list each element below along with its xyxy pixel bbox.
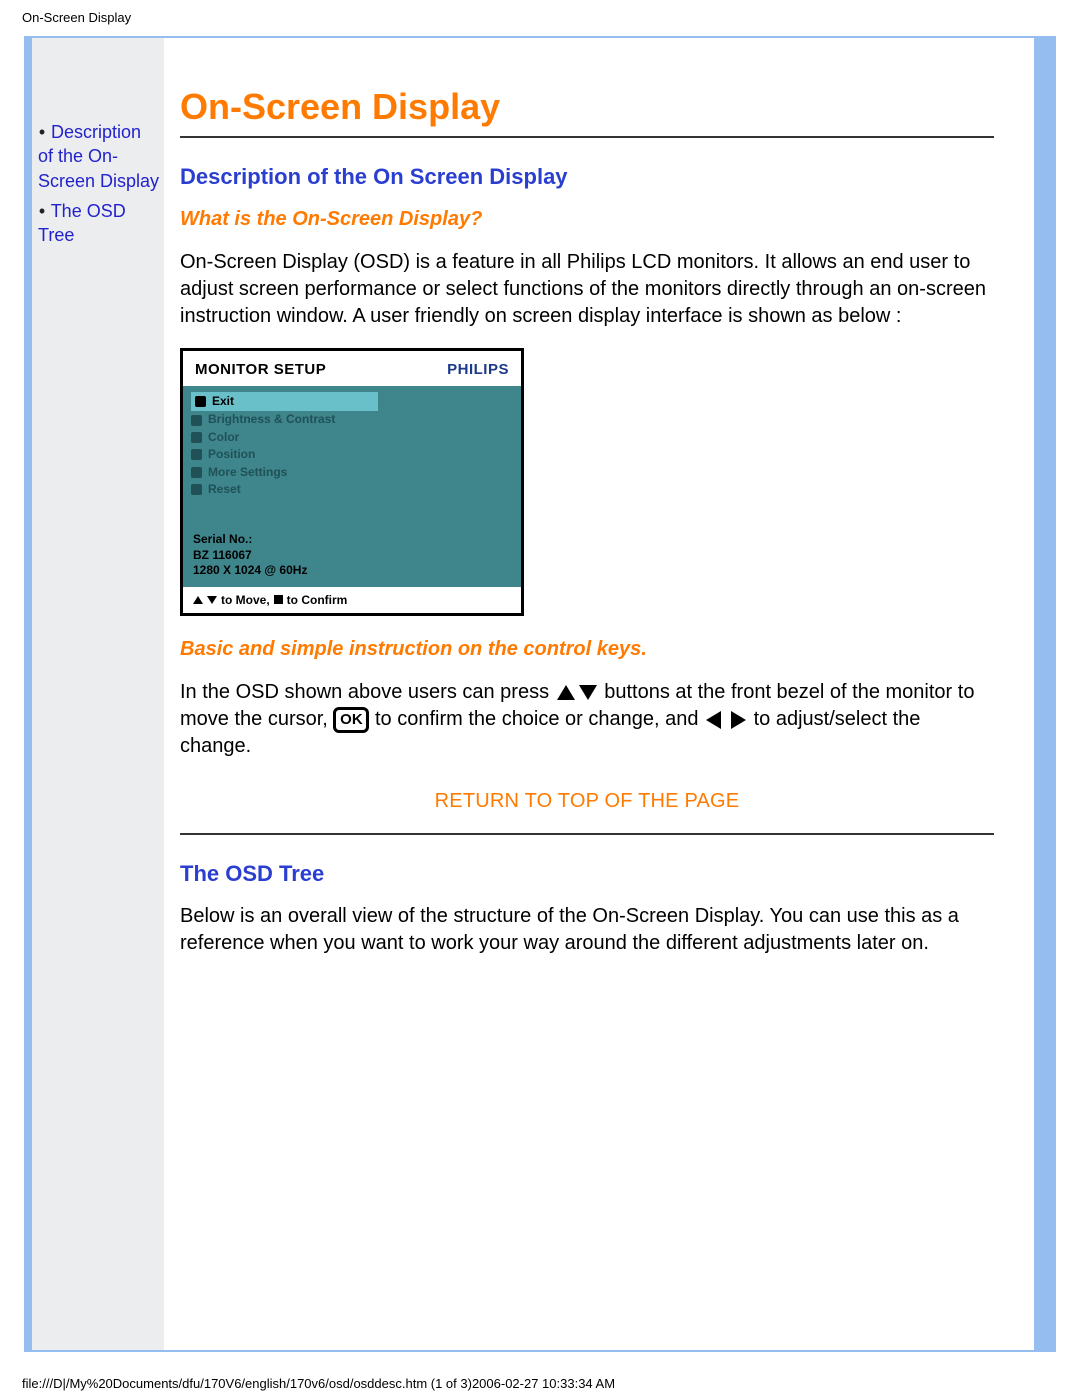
bullet-icon: • <box>38 199 46 223</box>
subheading-instructions: Basic and simple instruction on the cont… <box>180 638 994 661</box>
paragraph-instructions: In the OSD shown above users can press b… <box>180 679 994 760</box>
osd-footer: to Move, to Confirm <box>183 587 521 613</box>
sidenav-link-osd-tree[interactable]: The OSD Tree <box>38 201 126 245</box>
osd-header: MONITOR SETUP PHILIPS <box>183 351 521 386</box>
osd-menu-item-exit: Exit <box>191 392 378 411</box>
sidenav-item-description[interactable]: • Description of the On-Screen Display <box>38 120 160 193</box>
main-content: On-Screen Display Description of the On … <box>164 38 1034 1350</box>
osd-menu-item-color: Color <box>191 429 378 446</box>
osd-menu-item-reset: Reset <box>191 481 378 498</box>
paragraph-osd-description: On-Screen Display (OSD) is a feature in … <box>180 249 994 330</box>
osd-menu-item-more: More Settings <box>191 464 378 481</box>
divider <box>180 136 994 138</box>
side-navigation: • Description of the On-Screen Display •… <box>32 38 164 1350</box>
osd-body: Exit Brightness & Contrast Color Positio… <box>183 386 521 526</box>
section-heading-description: Description of the On Screen Display <box>180 164 994 190</box>
instr-seg-1: In the OSD shown above users can press <box>180 681 549 703</box>
window-title: On-Screen Display <box>22 10 131 25</box>
osd-serial-label: Serial No.: <box>193 532 511 548</box>
sidenav-link-description[interactable]: Description of the On-Screen Display <box>38 122 159 191</box>
osd-right-pane <box>386 386 521 526</box>
paragraph-osd-tree: Below is an overall view of the structur… <box>180 903 994 957</box>
menu-icon <box>191 415 202 426</box>
menu-icon <box>195 396 206 407</box>
triangle-up-icon <box>193 596 203 604</box>
osd-screenshot: MONITOR SETUP PHILIPS Exit Brightness & … <box>180 348 524 616</box>
osd-resolution: 1280 X 1024 @ 60Hz <box>193 563 511 579</box>
return-to-top[interactable]: RETURN TO TOP OF THE PAGE <box>180 790 994 813</box>
footer-file-path: file:///D|/My%20Documents/dfu/170V6/engl… <box>22 1376 615 1391</box>
osd-footer-move: to Move, <box>221 593 270 607</box>
section-heading-osd-tree: The OSD Tree <box>180 861 994 887</box>
osd-title: MONITOR SETUP <box>195 361 326 378</box>
osd-menu-item-position: Position <box>191 446 378 463</box>
osd-serial-value: BZ 116067 <box>193 548 511 564</box>
osd-menu-item-brightness: Brightness & Contrast <box>191 411 378 428</box>
page-frame: • Description of the On-Screen Display •… <box>24 36 1056 1352</box>
page-viewport: On-Screen Display • Description of the O… <box>0 0 1080 1397</box>
triangle-down-icon <box>207 596 217 604</box>
menu-icon <box>191 432 202 443</box>
osd-footer-confirm: to Confirm <box>287 593 348 607</box>
osd-menu: Exit Brightness & Contrast Color Positio… <box>183 386 386 526</box>
left-right-arrows-icon <box>704 710 748 730</box>
osd-brand: PHILIPS <box>447 361 509 378</box>
instr-seg-3: to confirm the choice or change, and <box>375 708 704 730</box>
page-title: On-Screen Display <box>180 86 994 128</box>
return-to-top-link[interactable]: RETURN TO TOP OF THE PAGE <box>435 790 740 812</box>
osd-serial-block: Serial No.: BZ 116067 1280 X 1024 @ 60Hz <box>183 526 521 587</box>
ok-button-icon: OK <box>333 707 369 733</box>
sidenav-item-osd-tree[interactable]: • The OSD Tree <box>38 199 160 248</box>
subheading-what-is-osd: What is the On-Screen Display? <box>180 208 994 231</box>
bullet-icon: • <box>38 120 46 144</box>
menu-icon <box>191 467 202 478</box>
right-border-stripe <box>1034 38 1054 1350</box>
divider <box>180 833 994 835</box>
up-down-arrows-icon <box>555 683 599 703</box>
menu-icon <box>191 449 202 460</box>
menu-icon <box>191 484 202 495</box>
square-icon <box>274 595 283 604</box>
